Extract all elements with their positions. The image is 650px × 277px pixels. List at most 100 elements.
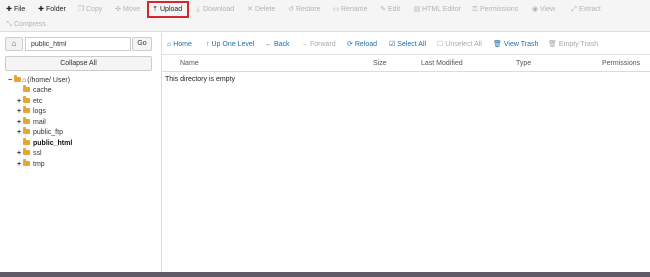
home-icon: ⌂ [167,41,172,48]
tree-item-etc[interactable]: + etc [17,95,43,107]
tree-item-public-ftp[interactable]: + public_ftp [17,126,63,138]
tree-item-mail[interactable]: + mail [17,116,46,128]
unselect-all-button[interactable]: ☐ Unselect All [437,39,482,50]
column-header-permissions[interactable]: Permissions [602,60,640,67]
tree-item-label: (/home/ User) [27,77,71,84]
edit-button[interactable]: ✎ Edit [379,4,400,16]
column-header-name[interactable]: Name [180,60,199,67]
forward-button[interactable]: → Forward [301,39,336,50]
path-input[interactable] [25,37,131,51]
new-folder-label: Folder [46,6,66,13]
extract-icon: ⤢ [571,6,577,13]
download-label: Download [203,6,235,13]
tree-item-label: mail [33,119,46,126]
download-button[interactable]: ⤓ Download [194,4,234,16]
key-icon: ⚿ [472,6,478,13]
copy-button[interactable]: ❐ Copy [77,4,102,16]
extract-label: Extract [579,6,601,13]
restore-button[interactable]: ↺ Restore [287,4,320,16]
tree-item-ssl[interactable]: + ssl [17,147,42,159]
unselect-all-icon: ☐ [437,41,444,48]
tree-item-home[interactable]: − ⌂(/home/ User) [8,74,71,86]
home-label: Home [173,41,192,48]
compress-icon: ⤡ [6,21,12,28]
extract-button[interactable]: ⤢ Extract [570,4,601,16]
delete-icon: ✕ [247,6,253,13]
rename-label: Rename [341,6,368,13]
compress-label: Compress [14,21,46,28]
view-label: View [540,6,556,13]
bottom-strip [0,272,650,277]
view-button[interactable]: ◉ View [531,4,555,16]
up-one-level-button[interactable]: ↑ Up One Level [206,39,254,50]
tree-item-label: logs [33,108,46,115]
view-trash-button[interactable]: 🗑 View Trash [493,39,538,50]
empty-trash-button[interactable]: 🗑 Empty Trash [548,39,598,50]
navigation-toolbar: ⌂ Home ↑ Up One Level ← Back → Forward ⟳ Relo… [161,33,650,55]
reload-button[interactable]: ⟳ Reload [347,39,377,50]
compress-button[interactable]: ⤡ Compress [5,19,46,31]
home-icon: ⌂ [22,77,27,84]
tree-item-tmp[interactable]: + tmp [17,158,45,170]
tree-item-label: ssl [33,150,42,157]
collapse-all-button[interactable]: Collapse All [5,56,152,71]
tree-item-label: public_ftp [33,129,63,136]
column-header-last-modified[interactable]: Last Modified [421,60,463,67]
move-button[interactable]: ✣ Move [114,4,140,16]
empty-trash-label: Empty Trash [558,41,599,48]
rename-button[interactable]: ▭ Rename [332,4,368,16]
folder-icon [23,116,30,124]
back-button[interactable]: ← Back [265,39,290,50]
download-icon: ⤓ [196,6,200,13]
column-header-type[interactable]: Type [516,60,531,67]
unselect-all-label: Unselect All [445,41,482,48]
reload-icon: ⟳ [347,41,353,48]
home-button[interactable]: ⌂ Home [167,39,192,50]
empty-trash-icon: 🗑 [548,41,557,48]
up-one-level-label: Up One Level [211,41,255,48]
home-directory-button[interactable]: ⌂ [5,37,23,51]
go-button[interactable]: Go [132,37,152,51]
html-editor-button[interactable]: ▤ HTML Editor [413,4,461,16]
folder-icon [23,147,30,155]
rename-icon: ▭ [332,6,340,13]
upload-button[interactable]: ⤒ Upload [151,4,182,16]
tree-item-logs[interactable]: + logs [17,105,46,117]
folder-icon [23,158,30,166]
permissions-label: Permissions [480,6,519,13]
reload-label: Reload [354,41,378,48]
new-folder-button[interactable]: ✚ Folder [37,4,66,16]
select-all-label: Select All [397,41,427,48]
forward-arrow-icon: → [301,41,308,48]
folder-icon [23,137,30,145]
tree-item-label: etc [33,98,43,105]
column-header-size[interactable]: Size [373,60,387,67]
delete-button[interactable]: ✕ Delete [246,4,275,16]
folder-icon [23,84,30,92]
tree-item-label: public_html [33,140,73,147]
plus-icon: ✚ [6,6,12,13]
new-file-button[interactable]: ✚ File [5,4,25,16]
directory-sidebar: ⌂ Go Collapse All −⌂(/home/ User) cache … [0,33,157,277]
upload-label: Upload [160,6,183,13]
upload-icon: ⤒ [153,6,157,13]
select-all-icon: ☑ [389,41,396,48]
html-editor-label: HTML Editor [422,6,462,13]
tree-item-label: cache [33,87,52,94]
file-manager-toolbar: ✚ File ✚ Folder ❐ Copy ✣ Move ⤒ Upload ⤓ Downl… [0,0,650,32]
tree-item-cache[interactable]: cache [17,84,52,96]
folder-icon [23,95,30,103]
folder-icon [14,74,21,82]
empty-directory-message: This directory is empty [165,76,236,83]
home-icon: ⌂ [11,39,17,48]
file-table-header: Name Size Last Modified Type Permissions [161,56,650,72]
permissions-button[interactable]: ⚿ Permissions [471,4,518,16]
select-all-button[interactable]: ☑ Select All [389,39,426,50]
edit-icon: ✎ [380,6,386,13]
forward-label: Forward [310,41,336,48]
restore-icon: ↺ [288,6,294,13]
delete-label: Delete [255,6,276,13]
copy-icon: ❐ [77,6,85,13]
tree-item-label: tmp [33,161,45,168]
file-list-area: This directory is empty [161,72,650,272]
